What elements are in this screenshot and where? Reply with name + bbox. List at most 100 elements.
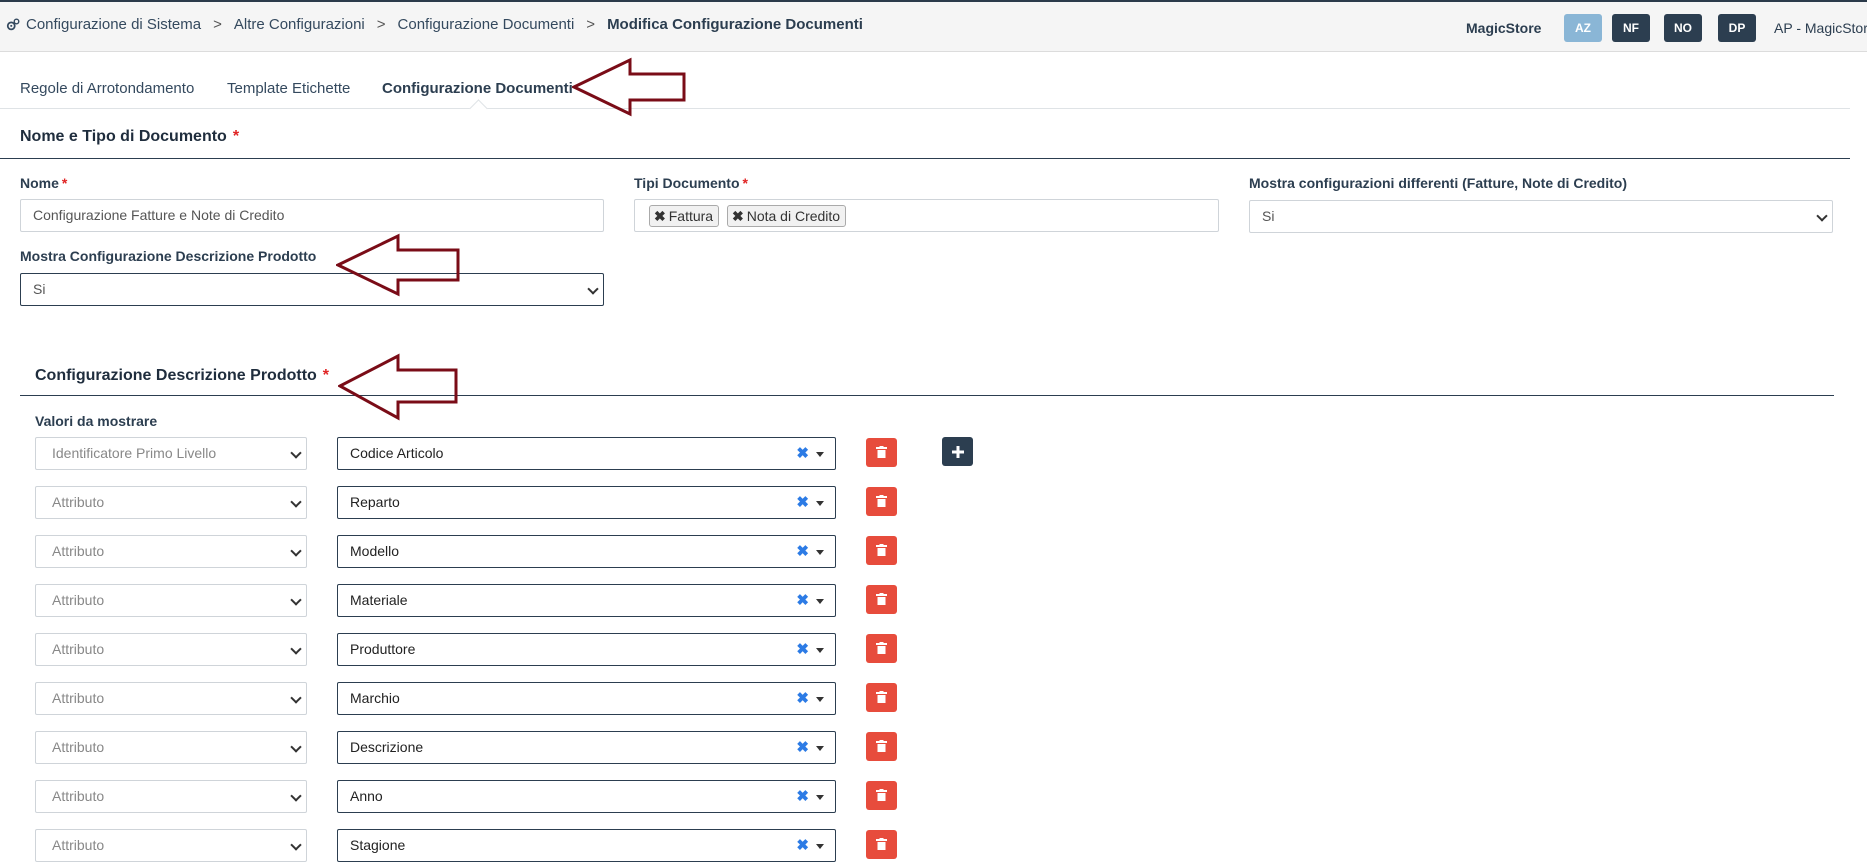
delete-row-button[interactable]: [866, 781, 897, 810]
header-button-no[interactable]: NO: [1664, 14, 1702, 42]
clear-x-icon[interactable]: ✖: [796, 585, 809, 616]
mostra-descrizione-prodotto-label: Mostra Configurazione Descrizione Prodot…: [20, 248, 317, 264]
row-value-select[interactable]: Reparto ✖: [337, 486, 836, 519]
delete-row-button[interactable]: [866, 732, 897, 761]
top-bar: Configurazione di Sistema > Altre Config…: [0, 0, 1867, 52]
tab-template-etichette[interactable]: Template Etichette: [227, 80, 350, 97]
delete-row-button[interactable]: [866, 585, 897, 614]
breadcrumb-item[interactable]: Altre Configurazioni: [234, 16, 365, 33]
store-name: MagicStore: [1466, 20, 1542, 36]
select-value: Stagione: [350, 837, 406, 853]
tab-bar: Regole di Arrotondamento Template Etiche…: [0, 52, 1850, 118]
row-value-select[interactable]: Materiale ✖: [337, 584, 836, 617]
gears-icon: [6, 18, 20, 30]
remove-tag-icon[interactable]: ✖: [732, 208, 744, 224]
caret-down-icon[interactable]: [816, 599, 824, 604]
trash-icon: [876, 789, 887, 801]
red-arrow-annotation: [572, 57, 686, 117]
row-type-select[interactable]: Attributo: [35, 584, 307, 617]
row-type-select[interactable]: Identificatore Primo Livello: [35, 437, 307, 470]
clear-x-icon[interactable]: ✖: [796, 438, 809, 469]
select-value: Marchio: [350, 690, 400, 706]
select-value: Reparto: [350, 494, 400, 510]
chevron-down-icon: [290, 741, 302, 753]
delete-row-button[interactable]: [866, 830, 897, 859]
caret-down-icon[interactable]: [816, 746, 824, 751]
add-row-button[interactable]: [942, 437, 973, 466]
row-type-select[interactable]: Attributo: [35, 829, 307, 862]
row-value-select[interactable]: Marchio ✖: [337, 682, 836, 715]
select-value: Attributo: [52, 494, 105, 510]
row-type-select[interactable]: Attributo: [35, 535, 307, 568]
clear-x-icon[interactable]: ✖: [796, 634, 809, 665]
nome-input[interactable]: Configurazione Fatture e Note di Credito: [20, 199, 604, 232]
tipi-documento-label: Tipi Documento *: [634, 175, 748, 191]
select-value: Attributo: [52, 543, 105, 559]
header-button-nf[interactable]: NF: [1612, 14, 1650, 42]
caret-down-icon[interactable]: [816, 452, 824, 457]
header-button-az[interactable]: AZ: [1564, 14, 1602, 42]
clear-x-icon[interactable]: ✖: [796, 683, 809, 714]
tag-fattura[interactable]: ✖ Fattura: [649, 205, 720, 227]
row-value-select[interactable]: Stagione ✖: [337, 829, 836, 862]
select-value: Attributo: [52, 641, 105, 657]
select-value: Anno: [350, 788, 383, 804]
row-value-select[interactable]: Anno ✖: [337, 780, 836, 813]
chevron-down-icon: [290, 692, 302, 704]
select-value: Descrizione: [350, 739, 424, 755]
clear-x-icon[interactable]: ✖: [796, 487, 809, 518]
clear-x-icon[interactable]: ✖: [796, 781, 809, 812]
select-value: Si: [33, 281, 46, 297]
delete-row-button[interactable]: [866, 634, 897, 663]
clear-x-icon[interactable]: ✖: [796, 830, 809, 861]
remove-tag-icon[interactable]: ✖: [654, 208, 666, 224]
trash-icon: [876, 691, 887, 703]
row-type-select[interactable]: Attributo: [35, 633, 307, 666]
row-value-select[interactable]: Codice Articolo ✖: [337, 437, 836, 470]
delete-row-button[interactable]: [866, 683, 897, 712]
row-type-select[interactable]: Attributo: [35, 682, 307, 715]
delete-row-button[interactable]: [866, 438, 897, 467]
delete-row-button[interactable]: [866, 487, 897, 516]
row-type-select[interactable]: Attributo: [35, 486, 307, 519]
trash-icon: [876, 544, 887, 556]
select-value: Materiale: [350, 592, 408, 608]
clear-x-icon[interactable]: ✖: [796, 732, 809, 763]
section-divider: [20, 395, 1834, 396]
breadcrumb-item[interactable]: Configurazione di Sistema: [26, 16, 201, 33]
breadcrumb-separator: >: [376, 16, 386, 33]
tab-regole-arrotondamento[interactable]: Regole di Arrotondamento: [20, 80, 194, 97]
trash-icon: [876, 495, 887, 507]
delete-row-button[interactable]: [866, 536, 897, 565]
chevron-down-icon: [290, 594, 302, 606]
trash-icon: [876, 446, 887, 458]
caret-down-icon[interactable]: [816, 501, 824, 506]
plus-icon: [951, 445, 964, 458]
caret-down-icon[interactable]: [816, 550, 824, 555]
chevron-down-icon: [290, 839, 302, 851]
clear-x-icon[interactable]: ✖: [796, 536, 809, 567]
chevron-down-icon: [290, 790, 302, 802]
caret-down-icon[interactable]: [816, 648, 824, 653]
breadcrumb-current: Modifica Configurazione Documenti: [607, 16, 863, 33]
row-value-select[interactable]: Produttore ✖: [337, 633, 836, 666]
row-value-select[interactable]: Modello ✖: [337, 535, 836, 568]
caret-down-icon[interactable]: [816, 697, 824, 702]
tab-configurazione-documenti[interactable]: Configurazione Documenti: [382, 80, 573, 97]
user-menu[interactable]: AP - MagicStore: [1774, 20, 1867, 36]
tag-nota-di-credito[interactable]: ✖ Nota di Credito: [726, 205, 847, 227]
row-type-select[interactable]: Attributo: [35, 780, 307, 813]
caret-down-icon[interactable]: [816, 795, 824, 800]
chevron-down-icon: [290, 496, 302, 508]
mostra-descrizione-prodotto-select[interactable]: Si: [20, 273, 604, 306]
breadcrumb-item[interactable]: Configurazione Documenti: [398, 16, 575, 33]
caret-down-icon[interactable]: [816, 844, 824, 849]
tipi-documento-multiselect[interactable]: ✖ Fattura ✖ Nota di Credito: [634, 199, 1219, 232]
trash-icon: [876, 593, 887, 605]
header-button-dp[interactable]: DP: [1718, 14, 1756, 42]
breadcrumb-separator: >: [586, 16, 596, 33]
select-value: Attributo: [52, 837, 105, 853]
row-type-select[interactable]: Attributo: [35, 731, 307, 764]
row-value-select[interactable]: Descrizione ✖: [337, 731, 836, 764]
mostra-configurazioni-differenti-select[interactable]: Si: [1249, 200, 1833, 233]
